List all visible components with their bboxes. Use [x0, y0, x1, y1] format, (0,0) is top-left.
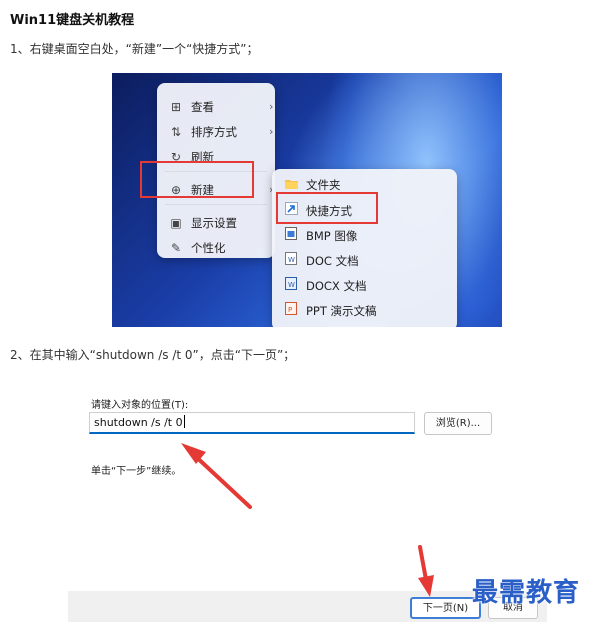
watermark-logo: 最需教育: [472, 578, 581, 608]
red-arrow-to-input: [181, 443, 252, 509]
red-arrow-to-next-button: [418, 545, 434, 597]
annotation-arrows: [181, 443, 434, 597]
